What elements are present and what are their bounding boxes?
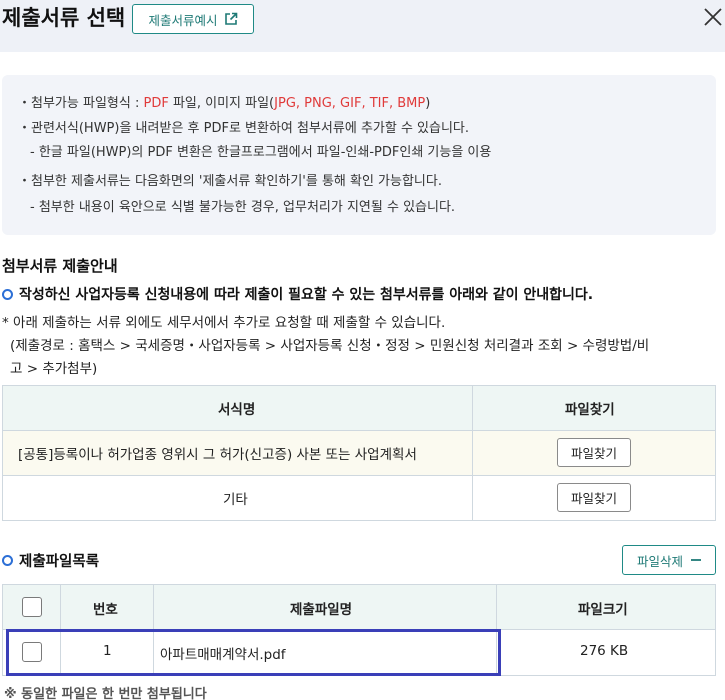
- bullet: ・: [18, 174, 32, 189]
- hwp-sub-text: 한글 파일(HWP)의 PDF 변환은 한글프로그램에서 파일-인쇄-PDF인쇄…: [38, 145, 492, 160]
- modal-title: 제출서류 선택: [2, 6, 126, 30]
- header-file-search: 파일찾기: [565, 402, 615, 418]
- ring-bullet-icon: [2, 555, 13, 566]
- header-number: 번호: [93, 602, 118, 618]
- formats-mid: 파일, 이미지 파일(: [168, 96, 275, 111]
- guide-main-text: 작성하신 사업자등록 신청내용에 따라 제출이 필요할 수 있는 첨부서류를 아…: [19, 287, 594, 303]
- ring-bullet-icon: [2, 289, 13, 300]
- file-list-title: 제출파일목록: [19, 554, 100, 570]
- info-confirm-line: ・첨부한 제출서류는 다음화면의 '제출서류 확인하기'를 통해 확인 가능합니…: [18, 173, 442, 191]
- close-icon[interactable]: [702, 6, 724, 28]
- table-border: [715, 385, 716, 520]
- info-formats-line: ・첨부가능 파일형식 : PDF 파일, 이미지 파일(JPG, PNG, GI…: [18, 95, 430, 113]
- table-border: [2, 584, 716, 585]
- formats-images: JPG, PNG, GIF, TIF, BMP: [274, 96, 426, 111]
- guide-note-line1: * 아래 제출하는 서류 외에도 세무서에서 추가로 요청할 때 제출할 수 있…: [2, 315, 446, 331]
- table-border: [2, 520, 716, 521]
- guide-note-line3: 고 > 추가첨부): [10, 361, 98, 377]
- file-search-button-1[interactable]: 파일찾기: [557, 438, 631, 467]
- submission-example-button[interactable]: 제출서류예시: [132, 4, 254, 34]
- table-border: [2, 584, 3, 675]
- hwp-line-text: 관련서식(HWP)을 내려받은 후 PDF로 변환하여 첨부서류에 추가할 수 …: [31, 121, 470, 136]
- info-hwp-sub: - 한글 파일(HWP)의 PDF 변환은 한글프로그램에서 파일-인쇄-PDF…: [30, 144, 491, 162]
- submission-example-label: 제출서류예시: [148, 12, 218, 28]
- info-hwp-line: ・관련서식(HWP)을 내려받은 후 PDF로 변환하여 첨부서류에 추가할 수…: [18, 120, 469, 138]
- table-border: [2, 385, 3, 520]
- modal-header: 제출서류 선택 제출서류예시: [0, 0, 725, 52]
- minus-icon: [691, 553, 701, 568]
- delete-file-label: 파일삭제: [636, 553, 683, 569]
- file-row-size: 276 KB: [580, 643, 629, 659]
- confirm-line-text: 첨부한 제출서류는 다음화면의 '제출서류 확인하기'를 통해 확인 가능합니다…: [31, 174, 442, 189]
- delete-file-button[interactable]: 파일삭제: [622, 545, 716, 575]
- table-border: [472, 385, 473, 520]
- header-filesize: 파일크기: [578, 602, 628, 618]
- external-link-icon: [224, 12, 238, 26]
- bullet: ・: [18, 121, 32, 136]
- header-form-name: 서식명: [218, 402, 256, 418]
- table-border: [715, 584, 716, 675]
- formats-suffix: ): [425, 96, 431, 111]
- table-border: [2, 430, 716, 431]
- formats-prefix: 첨부가능 파일형식 :: [31, 96, 144, 111]
- guide-note-line2: (제출경로 : 홈택스 > 국세증명・사업자등록 > 사업자등록 신청・정정 >…: [10, 338, 650, 354]
- table-border: [2, 475, 716, 476]
- select-all-checkbox[interactable]: [22, 597, 42, 617]
- header-filename: 제출파일명: [290, 602, 353, 618]
- file-search-button-2[interactable]: 파일찾기: [557, 483, 631, 512]
- bullet: ・: [18, 96, 32, 111]
- selection-highlight-box: [6, 629, 501, 676]
- dash: -: [30, 145, 35, 160]
- table-border: [2, 385, 716, 386]
- doc-row-2-name: 기타: [223, 492, 248, 508]
- info-confirm-sub: - 첨부한 내용이 육안으로 식별 불가능한 경우, 업무처리가 지연될 수 있…: [30, 200, 456, 215]
- guide-section-title: 첨부서류 제출안내: [2, 257, 118, 275]
- duplicate-file-footnote: ※ 동일한 파일은 한 번만 첨부됩니다: [4, 687, 207, 700]
- formats-pdf: PDF: [143, 96, 169, 111]
- doc-row-1-name: [공통]등록이나 허가업종 영위시 그 허가(신고증) 사본 또는 사업계획서: [18, 447, 417, 463]
